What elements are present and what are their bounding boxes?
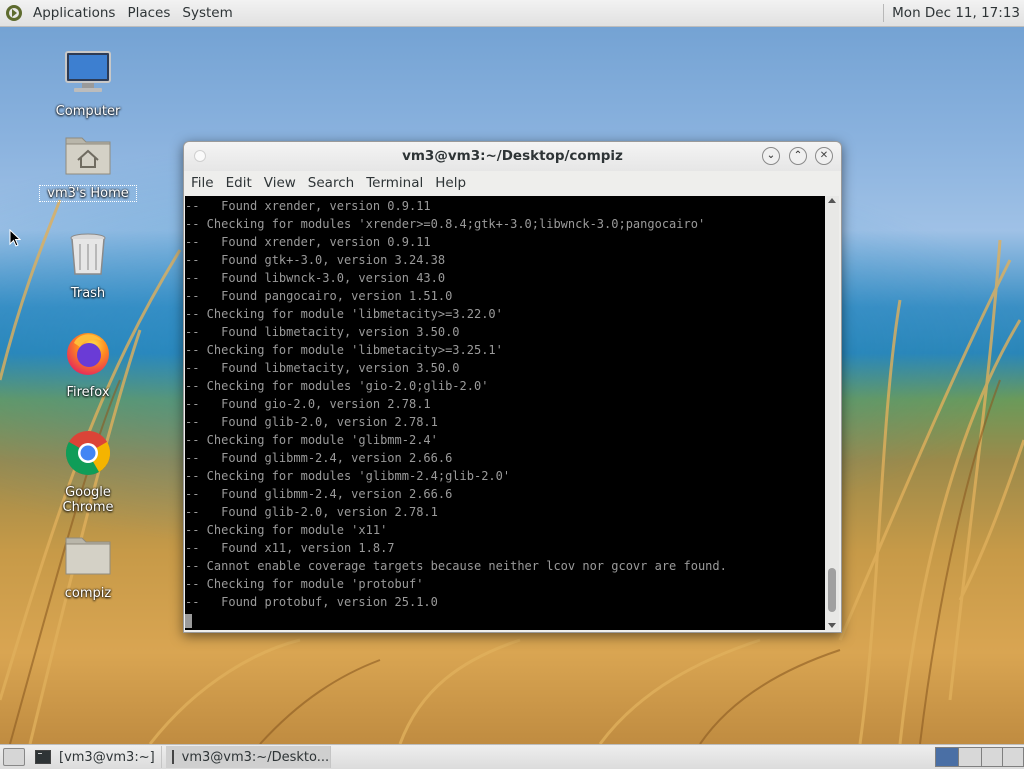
distro-logo-icon[interactable] [5,4,23,22]
window-titlebar[interactable]: vm3@vm3:~/Desktop/compiz ⌄ ⌃ ✕ [184,142,841,171]
chrome-icon [66,431,110,475]
terminal-line: -- Checking for module 'libmetacity>=3.2… [185,307,503,321]
terminal-line: -- Cannot enable coverage targets becaus… [185,559,727,573]
menu-help[interactable]: Help [430,175,471,191]
applications-menu[interactable]: Applications [29,5,119,21]
taskbar-item-label: vm3@vm3:~/Deskto... [181,749,330,765]
taskbar-item[interactable]: [vm3@vm3:~] [29,746,162,768]
menu-view[interactable]: View [259,175,301,191]
terminal-line: -- Checking for modules 'gio-2.0;glib-2.… [185,379,489,393]
computer-icon [65,51,111,92]
desktop-icon-trash[interactable]: Trash [40,230,136,301]
window-menu-icon[interactable] [194,150,206,162]
terminal-prompt[interactable] [185,611,825,629]
desktop-icon-label: Trash [70,286,106,301]
workspace-1[interactable] [935,747,959,767]
minimize-button[interactable]: ⌄ [762,147,780,165]
terminal-line: -- Found libmetacity, version 3.50.0 [185,361,460,375]
menu-search[interactable]: Search [303,175,359,191]
desktop-icon-firefox[interactable]: Firefox [40,329,136,400]
window-title: vm3@vm3:~/Desktop/compiz [402,148,623,164]
terminal-line: -- Found gio-2.0, version 2.78.1 [185,397,431,411]
terminal-line: -- Found gtk+-3.0, version 3.24.38 [185,253,446,267]
terminal-line: -- Found glib-2.0, version 2.78.1 [185,505,438,519]
terminal-line: -- Found protobuf, version 25.1.0 [185,595,438,609]
firefox-icon [67,333,109,375]
terminal-scrollbar[interactable] [825,196,839,630]
show-desktop-button[interactable] [3,748,25,766]
terminal-line: -- Checking for module 'glibmm-2.4' [185,433,438,447]
mouse-pointer-icon [9,229,21,247]
window-menubar: File Edit View Search Terminal Help [184,171,841,195]
terminal-line: -- Found xrender, version 0.9.11 [185,235,431,249]
clock[interactable]: Mon Dec 11, 17:13 [892,5,1020,21]
menu-terminal[interactable]: Terminal [361,175,428,191]
desktop-icon-label: Google Chrome [62,485,114,515]
desktop-icon-compiz[interactable]: compiz [40,530,136,601]
desktop-icon-label: Computer [55,104,121,119]
terminal-line: -- Checking for module 'x11' [185,523,388,537]
terminal-line: -- Found pangocairo, version 1.51.0 [185,289,453,303]
panel-separator [883,4,885,22]
desktop-icon-chrome[interactable]: Google Chrome [40,429,136,515]
terminal-line: -- Checking for module 'libmetacity>=3.2… [185,343,503,357]
terminal-line: -- Found glib-2.0, version 2.78.1 [185,415,438,429]
scroll-up-icon[interactable] [828,198,836,203]
menu-file[interactable]: File [186,175,219,191]
places-menu[interactable]: Places [123,5,174,21]
bottom-panel: [vm3@vm3:~] vm3@vm3:~/Deskto... [0,744,1024,769]
terminal-line: -- Checking for module 'protobuf' [185,577,424,591]
taskbar-item-label: [vm3@vm3:~] [59,749,155,765]
maximize-button[interactable]: ⌃ [789,147,807,165]
workspace-2[interactable] [958,747,982,767]
trash-icon [70,233,106,275]
desktop-icon-label: Firefox [66,385,110,400]
terminal-line: -- Found glibmm-2.4, version 2.66.6 [185,451,453,465]
home-folder-icon [65,137,111,175]
system-menu[interactable]: System [178,5,236,21]
menu-edit[interactable]: Edit [221,175,257,191]
terminal-line: -- Found libwnck-3.0, version 43.0 [185,271,446,285]
folder-icon [65,537,111,575]
terminal-icon [171,750,179,764]
terminal-line: -- Found glibmm-2.4, version 2.66.6 [185,487,453,501]
terminal-output[interactable]: -- Found xrender, version 0.9.11 -- Chec… [185,196,825,630]
scroll-down-icon[interactable] [828,623,836,628]
desktop-icon-home[interactable]: vm3's Home [39,130,137,202]
terminal-line: -- Checking for modules 'xrender>=0.8.4;… [185,217,706,231]
terminal-window[interactable]: vm3@vm3:~/Desktop/compiz ⌄ ⌃ ✕ File Edit… [183,141,842,633]
taskbar-item-active[interactable]: vm3@vm3:~/Deskto... [165,746,331,768]
terminal-cursor [185,613,192,628]
workspace-4[interactable] [1002,747,1024,767]
terminal-line: -- Found libmetacity, version 3.50.0 [185,325,460,339]
terminal-line: -- Checking for modules 'glibmm-2.4;glib… [185,469,511,483]
desktop-icon-label: vm3's Home [39,185,137,202]
desktop-icon-label: compiz [64,586,112,601]
scrollbar-thumb[interactable] [828,568,836,612]
close-button[interactable]: ✕ [815,147,833,165]
desktop-icon-computer[interactable]: Computer [40,48,136,119]
terminal-line: -- Found xrender, version 0.9.11 [185,199,431,213]
terminal-line: -- Found x11, version 1.8.7 [185,541,395,555]
terminal-icon [35,750,51,764]
top-panel: Applications Places System Mon Dec 11, 1… [0,0,1024,27]
